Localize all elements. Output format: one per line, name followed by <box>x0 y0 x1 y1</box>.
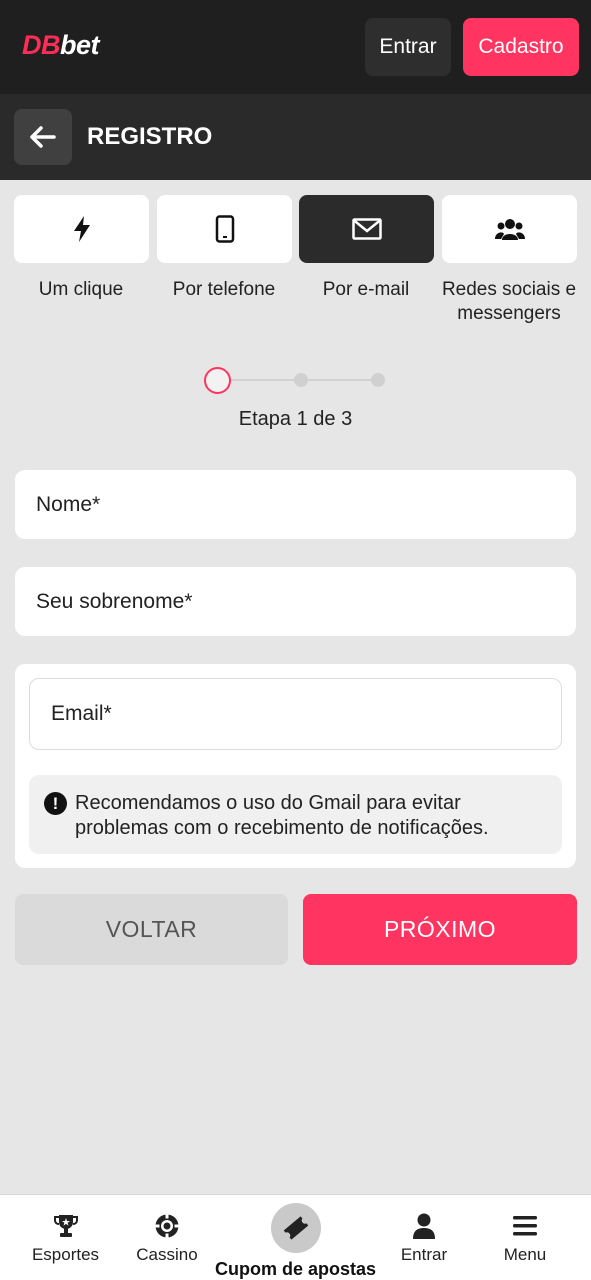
register-button[interactable]: Cadastro <box>463 18 579 76</box>
nav-casino-label: Cassino <box>136 1245 198 1264</box>
nav-bet-slip[interactable]: Cupom de apostas <box>215 1195 376 1280</box>
nav-menu-label: Menu <box>503 1245 547 1264</box>
stepper-line <box>231 379 301 381</box>
email-field[interactable]: Email* <box>29 678 562 750</box>
step-2-dot <box>294 373 308 387</box>
nav-sports[interactable]: Esportes <box>18 1195 113 1280</box>
method-email[interactable] <box>299 195 434 263</box>
user-icon <box>413 1213 435 1239</box>
phone-icon <box>215 215 234 243</box>
users-icon <box>494 219 525 240</box>
progress-stepper <box>204 367 388 394</box>
nav-login[interactable]: Entrar <box>379 1195 469 1280</box>
method-phone[interactable] <box>157 195 292 263</box>
back-step-button[interactable]: VOLTAR <box>15 894 288 965</box>
registration-header: REGISTRO <box>0 94 591 180</box>
lightning-icon <box>73 216 90 242</box>
method-label-phone: Por telefone <box>172 279 276 300</box>
method-social[interactable] <box>442 195 577 263</box>
step-1-current <box>204 367 231 394</box>
gmail-notice: ! Recomendamos o uso do Gmail para evita… <box>29 775 562 854</box>
notice-text: Recomendamos o uso do Gmail para evitar … <box>75 792 489 839</box>
nav-menu[interactable]: Menu <box>480 1195 570 1280</box>
bottom-navigation: Esportes Cassino Cupom de apostas Entrar… <box>0 1194 591 1280</box>
method-label-email: Por e-mail <box>322 279 410 300</box>
dbbet-logo[interactable]: DBbet <box>22 30 100 61</box>
first-name-field[interactable]: Nome* <box>15 470 576 539</box>
top-bar: DBbet Entrar Cadastro <box>0 0 591 94</box>
back-button[interactable] <box>14 109 72 165</box>
method-one-click[interactable] <box>14 195 149 263</box>
trophy-icon <box>53 1215 78 1237</box>
step-3-dot <box>371 373 385 387</box>
arrow-left-icon <box>30 126 56 148</box>
method-label-one-click: Um clique <box>38 279 124 300</box>
step-indicator-text: Etapa 1 de 3 <box>238 408 353 430</box>
hamburger-menu-icon <box>513 1216 537 1236</box>
nav-bet-slip-label: Cupom de apostas <box>214 1259 377 1279</box>
login-button[interactable]: Entrar <box>365 18 451 76</box>
next-step-button[interactable]: PRÓXIMO <box>303 894 577 965</box>
last-name-field[interactable]: Seu sobrenome* <box>15 567 576 636</box>
casino-chip-icon <box>155 1214 179 1238</box>
nav-login-label: Entrar <box>400 1245 448 1264</box>
nav-sports-label: Esportes <box>31 1245 100 1264</box>
email-card: Email* ! Recomendamos o uso do Gmail par… <box>15 664 576 868</box>
stepper-line <box>308 379 378 381</box>
nav-casino[interactable]: Cassino <box>122 1195 212 1280</box>
envelope-icon <box>351 218 382 240</box>
exclamation-icon: ! <box>44 792 67 815</box>
page-title: REGISTRO <box>87 123 213 150</box>
method-label-social: Redes sociais e messengers <box>441 279 577 324</box>
ticket-icon <box>283 1216 308 1240</box>
